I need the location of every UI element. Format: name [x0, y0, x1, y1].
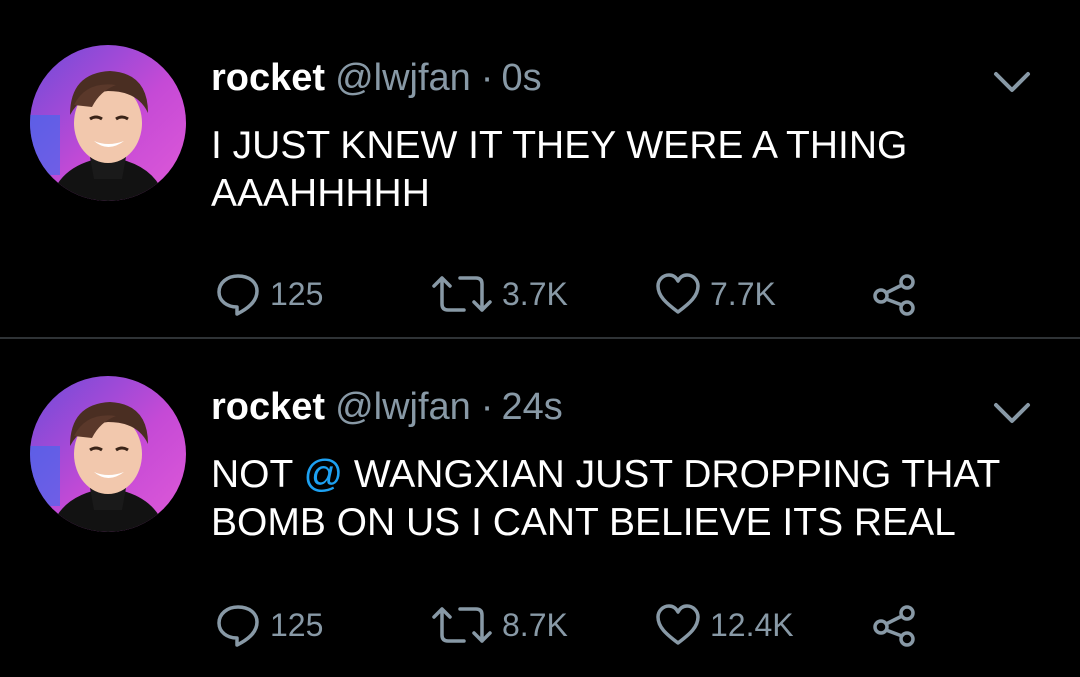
retweet-button[interactable]: 8.7K [430, 599, 568, 651]
tweet-text-start: NOT [211, 453, 304, 496]
display-name[interactable]: rocket [211, 386, 325, 428]
avatar[interactable] [30, 376, 186, 532]
timestamp[interactable]: 24s [501, 386, 562, 428]
retweet-count: 8.7K [502, 606, 568, 643]
retweet-icon [432, 276, 492, 312]
retweet-icon [432, 607, 492, 643]
separator-dot: · [480, 386, 494, 428]
like-button[interactable]: 12.4K [654, 599, 794, 651]
retweet-count: 3.7K [502, 275, 568, 312]
reply-count: 125 [270, 275, 324, 312]
share-button[interactable] [870, 599, 918, 651]
tweet-actions: 125 3.7K 7.7K [0, 268, 1080, 320]
reply-count: 125 [270, 606, 324, 643]
timestamp[interactable]: 0s [501, 57, 541, 99]
mention-at[interactable]: @ [303, 453, 343, 496]
share-button[interactable] [870, 268, 918, 320]
like-count: 7.7K [710, 275, 776, 312]
user-handle[interactable]: @lwjfan [335, 57, 471, 99]
separator-dot: · [480, 57, 494, 99]
reply-icon [217, 274, 259, 316]
tweet-header: rocket @lwjfan · 0s [211, 56, 542, 100]
chevron-down-icon[interactable] [990, 399, 1034, 429]
like-count: 12.4K [710, 606, 794, 643]
heart-icon [656, 273, 700, 314]
avatar[interactable] [30, 45, 186, 201]
tweet-header: rocket @lwjfan · 24s [211, 385, 563, 429]
like-button[interactable]: 7.7K [654, 268, 776, 320]
reply-button[interactable]: 125 [214, 599, 323, 651]
share-icon [873, 274, 915, 316]
heart-icon [656, 604, 700, 645]
reply-button[interactable]: 125 [214, 268, 323, 320]
tweet-text: NOT @ WANGXIAN JUST DROPPING THAT BOMB O… [211, 451, 1031, 547]
reply-icon [217, 605, 259, 647]
display-name[interactable]: rocket [211, 57, 325, 99]
tweet-actions: 125 8.7K 12.4K [0, 599, 1080, 651]
chevron-down-icon[interactable] [990, 68, 1034, 98]
tweet[interactable]: rocket @lwjfan · 24s NOT @ WANGXIAN JUST DR… [0, 339, 1080, 677]
user-handle[interactable]: @lwjfan [335, 386, 471, 428]
share-icon [873, 605, 915, 647]
tweet-text: I JUST KNEW IT THEY WERE A THING AAAHHHH… [211, 124, 908, 215]
retweet-button[interactable]: 3.7K [430, 268, 568, 320]
tweet[interactable]: rocket @lwjfan · 0s I JUST KNEW IT THEY WER… [0, 0, 1080, 338]
